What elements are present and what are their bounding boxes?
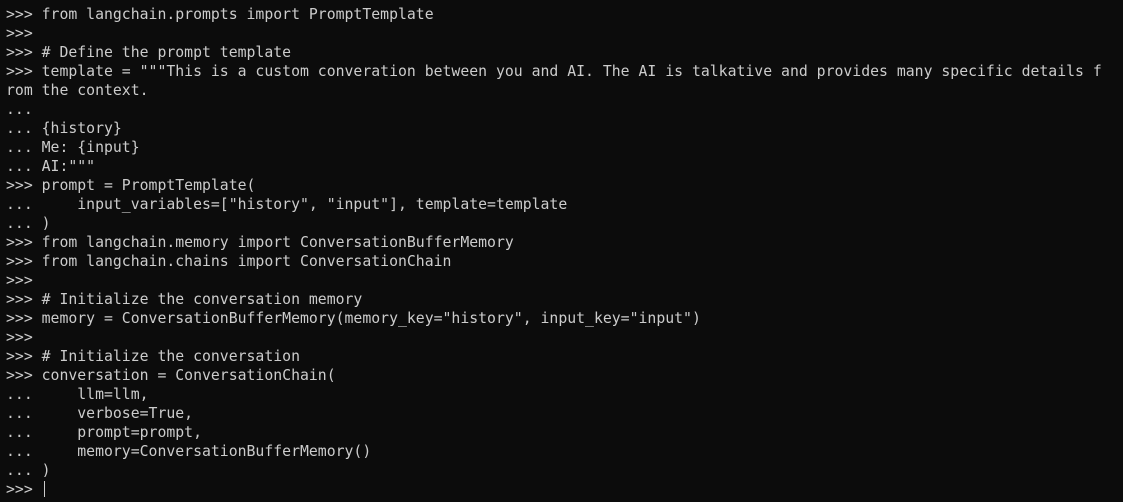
terminal-line: ... verbose=True, bbox=[6, 405, 194, 422]
terminal-output[interactable]: >>> from langchain.prompts import Prompt… bbox=[6, 5, 1123, 499]
terminal-line: >>> memory = ConversationBufferMemory(me… bbox=[6, 310, 701, 327]
terminal-line: ... ) bbox=[6, 215, 51, 232]
terminal-line: ... prompt=prompt, bbox=[6, 424, 202, 441]
terminal-line: >>> # Initialize the conversation bbox=[6, 348, 300, 365]
terminal-line: >>> bbox=[6, 272, 33, 289]
terminal-line: ... AI:""" bbox=[6, 158, 96, 175]
text-cursor bbox=[43, 481, 46, 497]
terminal-line: >>> from langchain.prompts import Prompt… bbox=[6, 6, 434, 23]
terminal-line: ... Me: {input} bbox=[6, 139, 140, 156]
terminal-line: >>> from langchain.chains import Convers… bbox=[6, 253, 452, 270]
terminal-line: >>> bbox=[6, 329, 33, 346]
terminal-line: ... ) bbox=[6, 462, 51, 479]
terminal-line: >>> # Initialize the conversation memory bbox=[6, 291, 363, 308]
prompt-marker: >>> bbox=[6, 481, 42, 498]
terminal-line: >>> conversation = ConversationChain( bbox=[6, 367, 336, 384]
terminal-line: >>> template = """This is a custom conve… bbox=[6, 63, 1102, 80]
terminal-line: ... input_variables=["history", "input"]… bbox=[6, 196, 568, 213]
terminal-line: >>> bbox=[6, 25, 33, 42]
terminal-line: ... memory=ConversationBufferMemory() bbox=[6, 443, 372, 460]
terminal-line: rom the context. bbox=[6, 82, 149, 99]
terminal-line: ... {history} bbox=[6, 120, 122, 137]
terminal-line: >>> from langchain.memory import Convers… bbox=[6, 234, 514, 251]
terminal-line: ... bbox=[6, 101, 33, 118]
terminal-line: ... llm=llm, bbox=[6, 386, 149, 403]
terminal-line: >>> # Define the prompt template bbox=[6, 44, 292, 61]
active-prompt-line[interactable]: >>> bbox=[6, 480, 1123, 499]
terminal-line: >>> prompt = PromptTemplate( bbox=[6, 177, 256, 194]
